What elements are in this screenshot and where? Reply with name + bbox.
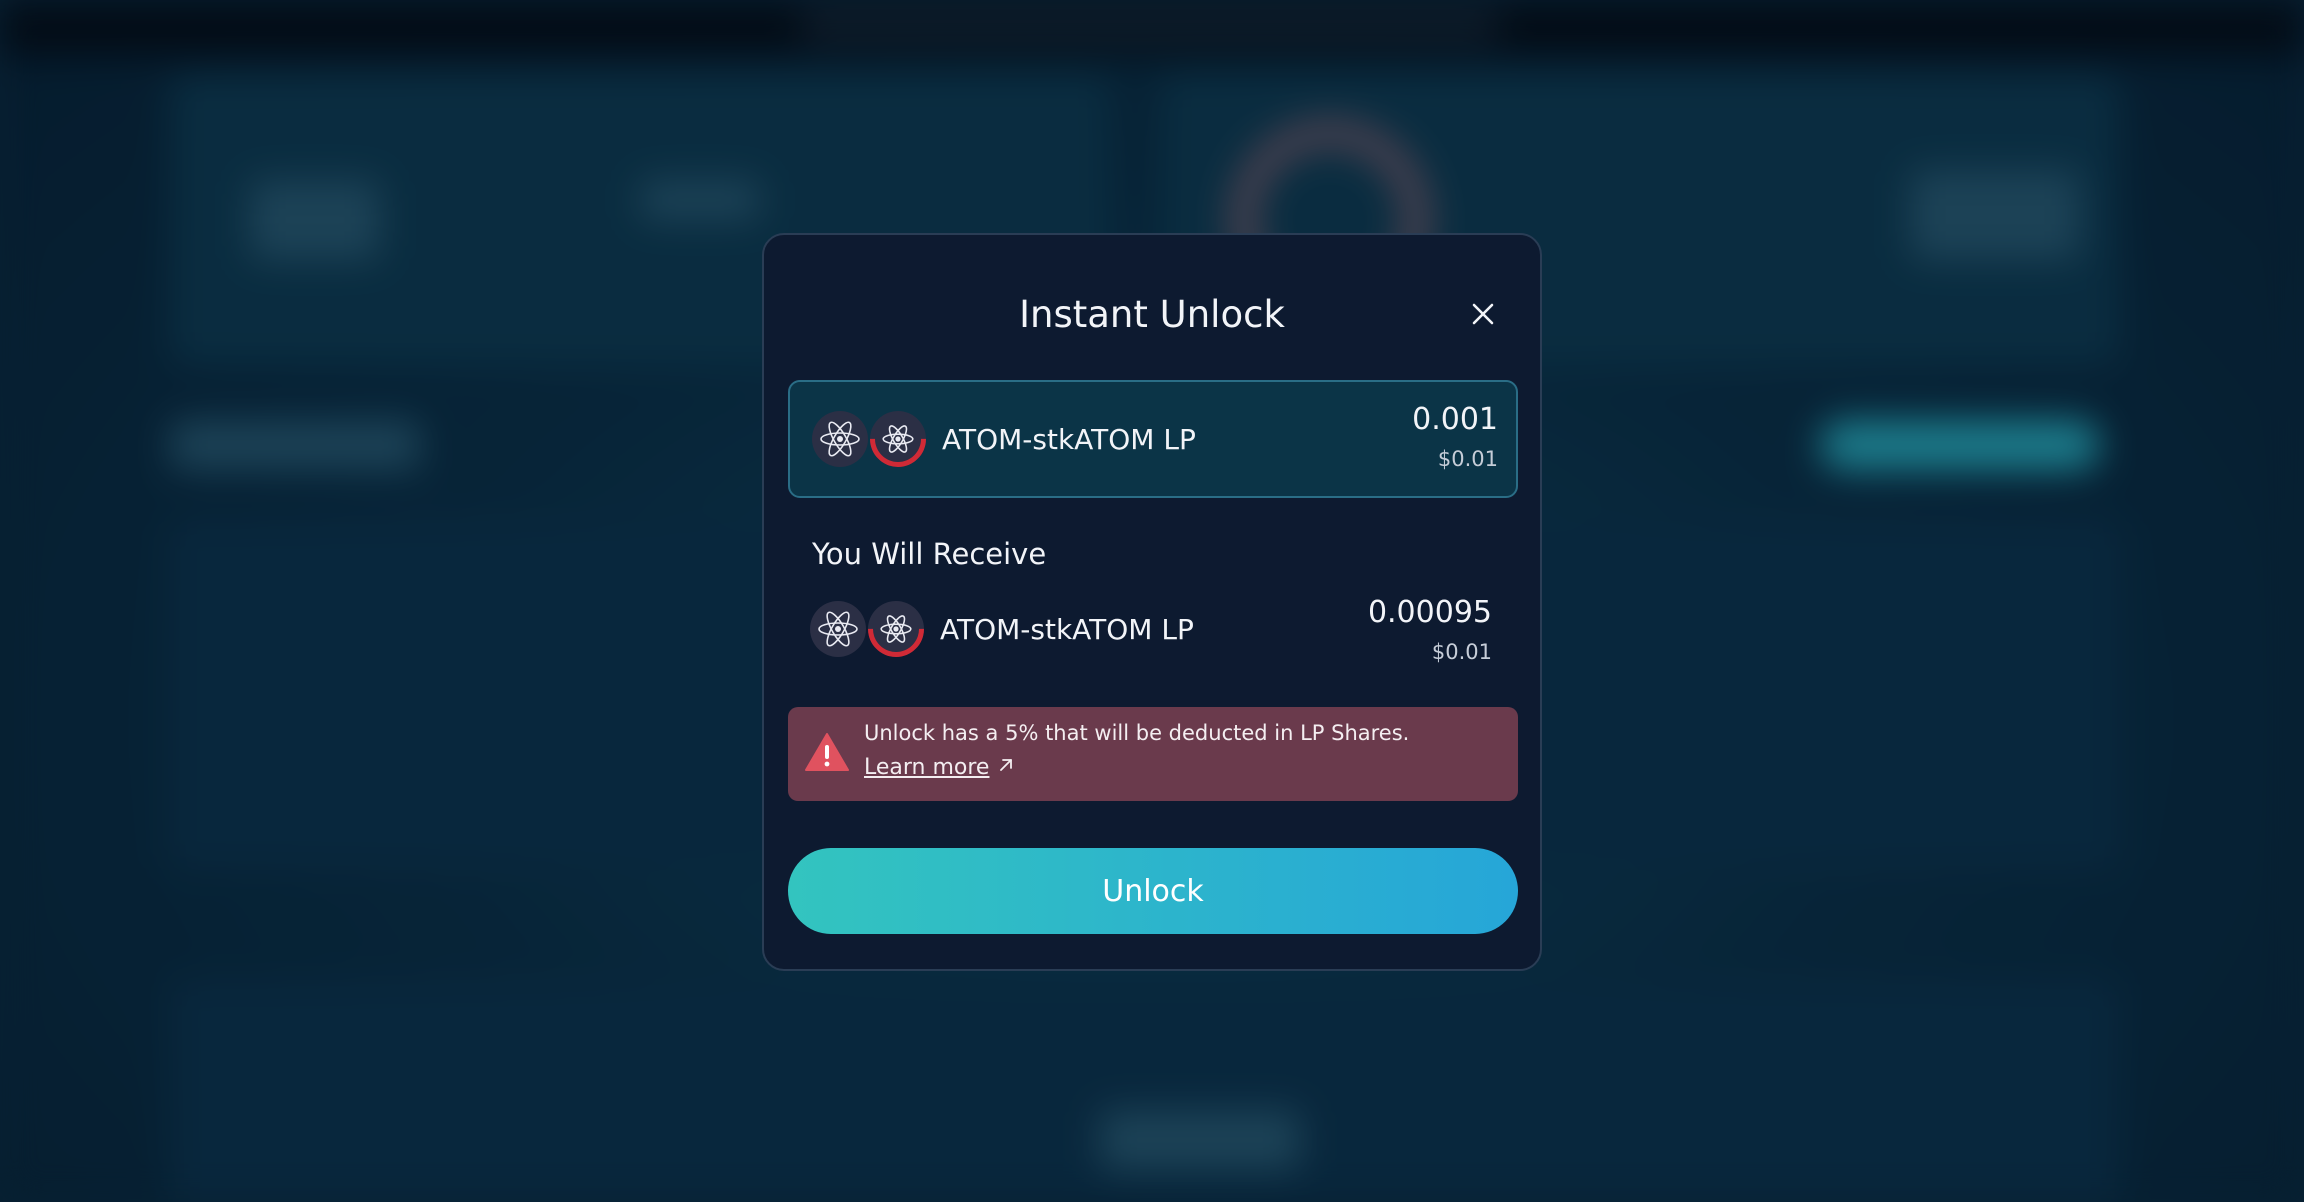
atom-icon xyxy=(810,601,866,657)
receive-usd-value: $0.01 xyxy=(1431,640,1492,664)
warning-message: Unlock has a 5% that will be deducted in… xyxy=(864,721,1410,745)
unlock-button[interactable]: Unlock xyxy=(788,848,1518,934)
token-pair: ATOM-stkATOM LP xyxy=(812,411,1196,467)
input-amount: 0.001 xyxy=(1412,402,1498,437)
modal-title: Instant Unlock xyxy=(1019,293,1285,336)
receive-amount: 0.00095 xyxy=(1367,595,1492,630)
instant-unlock-modal: Instant Unlock ATOM-stkATOM LP 0.001 $0.… xyxy=(762,233,1542,971)
external-link-icon xyxy=(997,755,1015,780)
stkatom-icon xyxy=(870,411,926,467)
receive-token-name: ATOM-stkATOM LP xyxy=(940,612,1194,646)
atom-icon xyxy=(812,411,868,467)
input-usd-value: $0.01 xyxy=(1437,447,1498,471)
learn-more-link[interactable]: Learn more xyxy=(864,755,1015,780)
learn-more-label: Learn more xyxy=(864,755,990,780)
warning-icon xyxy=(804,731,850,773)
input-amount-block: 0.001 $0.01 xyxy=(1412,402,1498,471)
lp-token-input-card[interactable]: ATOM-stkATOM LP 0.001 $0.01 xyxy=(788,380,1518,498)
close-icon[interactable] xyxy=(1466,297,1500,331)
input-token-name: ATOM-stkATOM LP xyxy=(942,422,1196,456)
stkatom-icon xyxy=(868,601,924,657)
receive-amount-block: 0.00095 $0.01 xyxy=(1368,595,1492,664)
receive-token-pair: ATOM-stkATOM LP xyxy=(810,601,1194,657)
fee-warning-banner: Unlock has a 5% that will be deducted in… xyxy=(788,707,1518,801)
receive-label: You Will Receive xyxy=(812,537,1047,571)
